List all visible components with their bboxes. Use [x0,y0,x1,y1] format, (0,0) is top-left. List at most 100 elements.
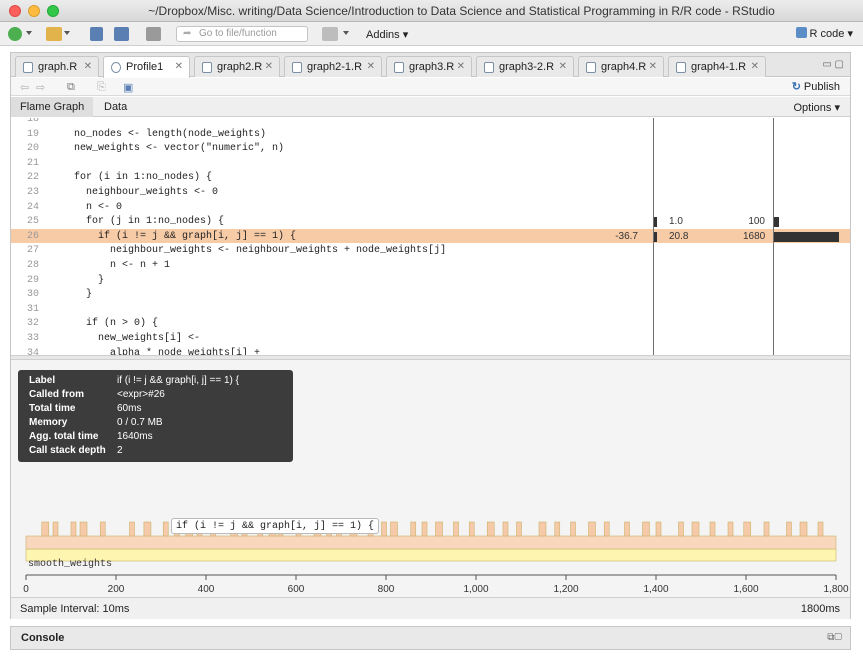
flame-frame-spike[interactable] [129,521,135,537]
grid-layout-icon[interactable] [322,27,338,41]
close-icon[interactable]: ✕ [559,61,567,72]
code-line[interactable]: 29 } [11,273,850,288]
flame-frame-spike[interactable] [603,521,610,537]
flame-frame-spike[interactable] [435,521,443,537]
flame-frame-spike[interactable] [570,521,576,537]
flame-frame-spike[interactable] [763,521,770,537]
code-line[interactable]: 20 new_weights <- vector("numeric", n) [11,141,850,156]
flame-frame-spike[interactable] [41,521,50,537]
flame-frame-spike[interactable] [691,521,700,537]
flame-frame-spike[interactable] [817,521,824,537]
project-menu[interactable]: R code ▾ [795,27,853,40]
tab-graph3-2-r[interactable]: graph3-2.R ✕ [476,56,574,77]
flame-frame-spike[interactable] [642,521,650,537]
close-icon[interactable]: ✕ [751,61,759,72]
layout-dropdown-icon[interactable] [343,31,349,35]
flame-frame-spike[interactable] [655,521,662,537]
maximize-pane-icon[interactable]: ▢ [835,59,844,70]
show-in-window-icon[interactable]: ⧉ [67,81,75,94]
flame-frame-spike[interactable] [468,521,475,537]
flame-frame-spike[interactable] [743,521,752,537]
flame-frame-spike[interactable] [99,521,106,537]
open-recent-dropdown-icon[interactable] [64,31,70,35]
flame-frame-spike[interactable] [162,521,169,537]
tab-data[interactable]: Data [95,97,136,117]
flame-frame-spike[interactable] [52,521,59,537]
flame-frame-smooth-weights[interactable] [25,548,837,562]
tab-graph2-1-r[interactable]: graph2-1.R ✕ [284,56,382,77]
save-all-icon[interactable] [114,27,129,41]
tab-graph2-r[interactable]: graph2.R ✕ [194,56,280,77]
close-icon[interactable]: ✕ [367,61,375,72]
tab-graph4-1-r[interactable]: graph4-1.R ✕ [668,56,766,77]
code-line[interactable]: 34 alpha * node_weights[i] + [11,346,850,355]
flame-frame-spike[interactable] [421,521,428,537]
flame-frame-spike[interactable] [709,521,716,537]
code-line[interactable]: 30 } [11,287,850,302]
flame-frame-spike[interactable] [678,521,684,537]
flame-frame-spike[interactable] [786,521,792,537]
flame-frame-spike[interactable] [502,521,509,537]
tab-graph3-r[interactable]: graph3.R ✕ [386,56,472,77]
code-line[interactable]: 25 for (j in 1:no_nodes) {1.0 100 [11,214,850,229]
open-file-icon[interactable] [46,27,62,41]
pane-window-controls[interactable]: ▭ ▢ [822,59,844,70]
close-icon[interactable]: ✕ [175,61,183,72]
flame-graph[interactable]: Label if (i != j && graph[i, j] == 1) {Ca… [11,360,850,597]
back-arrow-icon[interactable]: ⇦ [20,81,29,94]
code-line[interactable]: 28 n <- n + 1 [11,258,850,273]
close-icon[interactable]: ✕ [84,61,92,72]
code-line[interactable]: 27 neighbour_weights <- neighbour_weight… [11,243,850,258]
flame-frame-spike[interactable] [410,521,417,537]
addins-menu[interactable]: Addins ▾ [366,28,408,41]
tab-graph-r[interactable]: graph.R ✕ [15,56,99,77]
minimize-window-button[interactable] [28,5,40,17]
flame-frame-spike[interactable] [588,521,596,537]
flame-bars[interactable] [11,505,850,575]
code-line[interactable]: 18 [11,118,850,127]
flame-frame-for-loop[interactable] [25,535,837,550]
console-window-controls[interactable]: ⧉▢ [827,632,842,643]
code-line[interactable]: 32 if (n > 0) { [11,316,850,331]
flame-frame-spike[interactable] [727,521,734,537]
minimize-pane-icon[interactable]: ▭ [822,59,831,70]
console-pane[interactable]: Console ⧉▢ [10,626,851,650]
flame-frame-spike[interactable] [799,521,808,537]
flame-frame-spike[interactable] [143,521,152,537]
flame-frame-spike[interactable] [381,521,387,537]
goto-file-input[interactable]: ➦ Go to file/function [176,26,308,42]
flame-frame-spike[interactable] [390,521,398,537]
close-window-button[interactable] [9,5,21,17]
flame-frame-spike[interactable] [486,521,495,537]
open-profile-icon[interactable]: ⎘ [97,81,106,94]
tab-profile1[interactable]: Profile1 ✕ [103,56,190,78]
close-icon[interactable]: ✕ [457,61,465,72]
publish-button[interactable]: ↻ Publish [792,80,840,93]
flame-frame-spike[interactable] [79,521,88,537]
code-line[interactable]: 26 if (i != j && graph[i, j] == 1) {-36.… [11,228,850,244]
save-icon[interactable] [90,27,103,41]
close-icon[interactable]: ✕ [649,61,657,72]
code-line[interactable]: 33 new_weights[i] <- [11,331,850,346]
tab-graph4-r[interactable]: graph4.R ✕ [578,56,664,77]
print-icon[interactable] [146,27,161,41]
zoom-window-button[interactable] [47,5,59,17]
flame-frame-spike[interactable] [624,521,630,537]
code-line[interactable]: 23 neighbour_weights <- 0 [11,185,850,200]
code-line[interactable]: 22 for (i in 1:no_nodes) { [11,170,850,185]
flame-frame-spike[interactable] [70,521,77,537]
new-file-icon[interactable] [8,27,22,41]
options-menu[interactable]: Options ▾ [793,101,840,114]
code-line[interactable]: 21 [11,156,850,171]
forward-arrow-icon[interactable]: ⇨ [36,81,45,94]
flame-frame-spike[interactable] [516,521,522,537]
save-profile-icon[interactable]: ▣ [123,81,133,94]
code-line[interactable]: 31 [11,302,850,317]
flame-frame-spike[interactable] [554,521,561,537]
flame-frame-spike[interactable] [453,521,459,537]
close-icon[interactable]: ✕ [265,61,273,72]
code-line[interactable]: 19 no_nodes <- length(node_weights) [11,127,850,142]
tab-flame-graph[interactable]: Flame Graph [11,97,94,117]
code-line[interactable]: 24 n <- 0 [11,200,850,215]
flame-frame-spike[interactable] [538,521,547,537]
